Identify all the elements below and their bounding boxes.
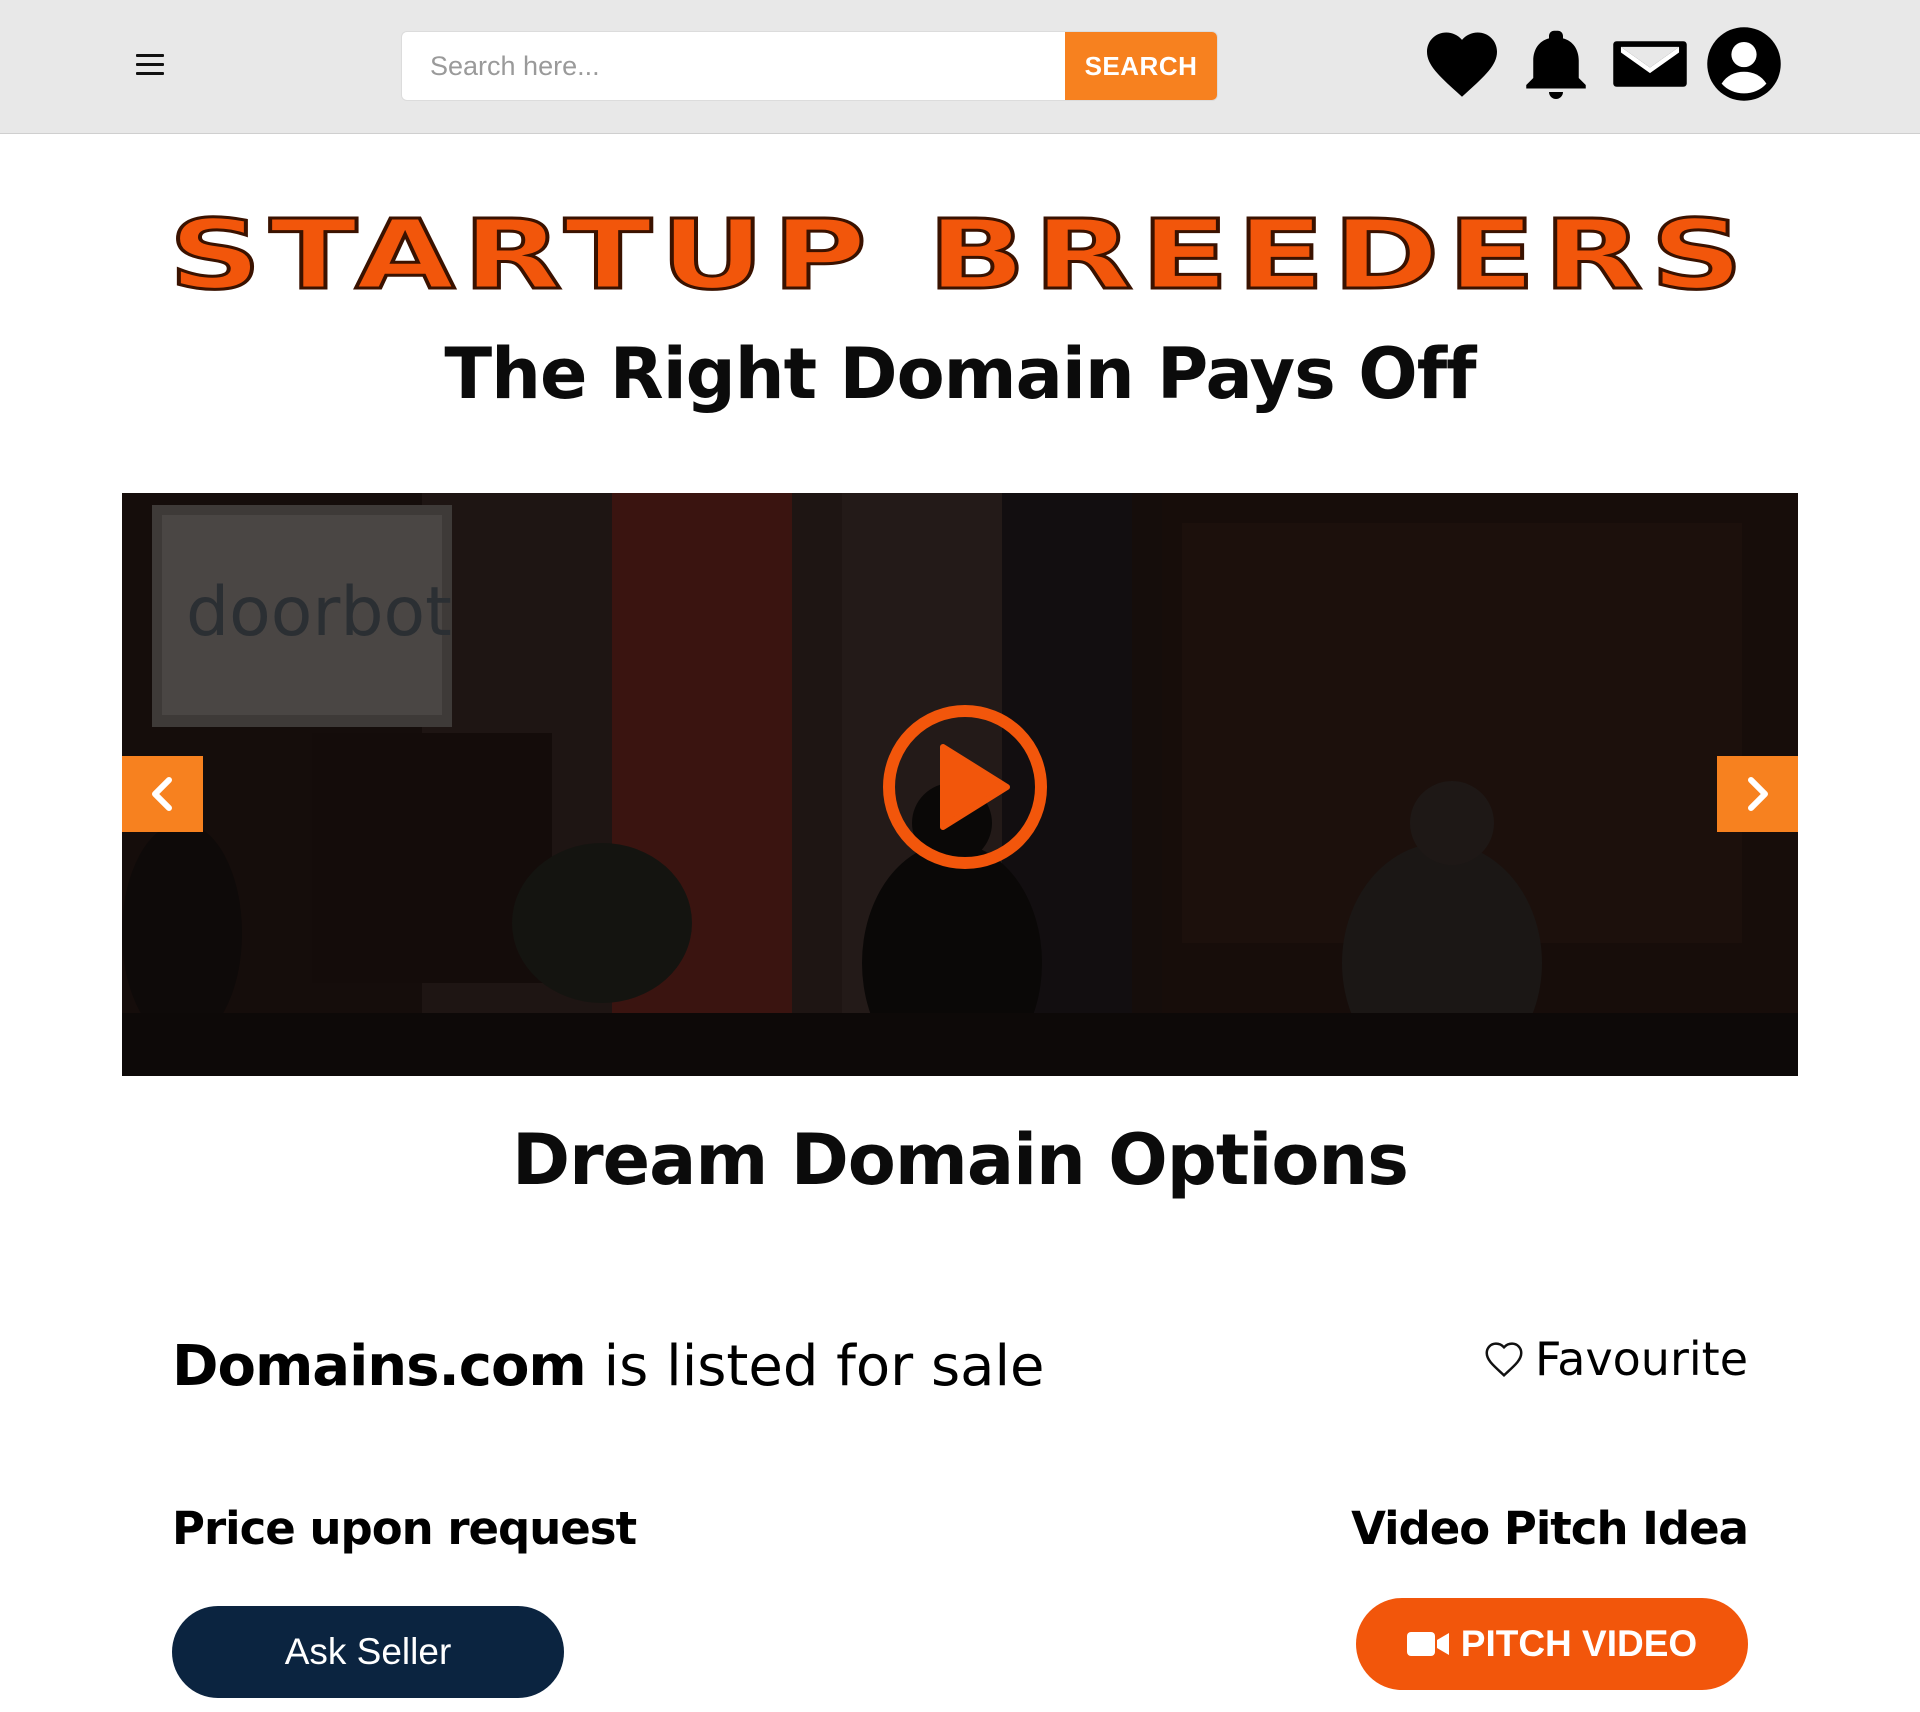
top-navigation-bar: SEARCH [0, 0, 1920, 134]
play-button[interactable] [881, 703, 1049, 871]
search-bar: SEARCH [402, 32, 1217, 100]
search-button[interactable]: SEARCH [1065, 32, 1217, 100]
chevron-left-icon [152, 777, 172, 811]
search-input[interactable] [402, 32, 1065, 100]
price-text: Price upon request [172, 1502, 637, 1555]
user-account-icon[interactable] [1702, 22, 1786, 106]
listing-status-text: is listed for sale [585, 1334, 1045, 1399]
favourite-label: Favourite [1535, 1332, 1748, 1386]
video-camera-icon [1406, 1632, 1449, 1656]
pitch-video-button[interactable]: PITCH VIDEO [1356, 1598, 1748, 1690]
favourite-button[interactable]: Favourite [1479, 1332, 1748, 1386]
carousel-prev-button[interactable] [122, 756, 203, 832]
pitch-video-label: PITCH VIDEO [1460, 1623, 1698, 1664]
chevron-right-icon [1748, 777, 1768, 811]
ask-seller-button[interactable]: Ask Seller [172, 1606, 564, 1698]
bell-icon[interactable] [1514, 22, 1598, 106]
heart-outline-icon [1485, 1342, 1523, 1377]
play-icon [883, 705, 1047, 869]
video-pitch-label: Video Pitch Idea [1351, 1502, 1749, 1555]
mail-icon[interactable] [1608, 22, 1692, 106]
brand-title: STARTUP BREEDERS [167, 199, 1752, 311]
page-tagline: The Right Domain Pays Off [444, 333, 1476, 415]
listing-headline: Domains.com is listed for sale [172, 1332, 1045, 1402]
heart-icon[interactable] [1420, 22, 1504, 106]
video-carousel[interactable]: doorbot [122, 493, 1798, 1076]
screen-logo-text: doorbot [186, 573, 452, 652]
domain-name: Domains.com [172, 1334, 587, 1399]
hamburger-menu-icon[interactable] [136, 54, 164, 78]
carousel-next-button[interactable] [1717, 756, 1798, 832]
section-title: Dream Domain Options [512, 1119, 1409, 1201]
